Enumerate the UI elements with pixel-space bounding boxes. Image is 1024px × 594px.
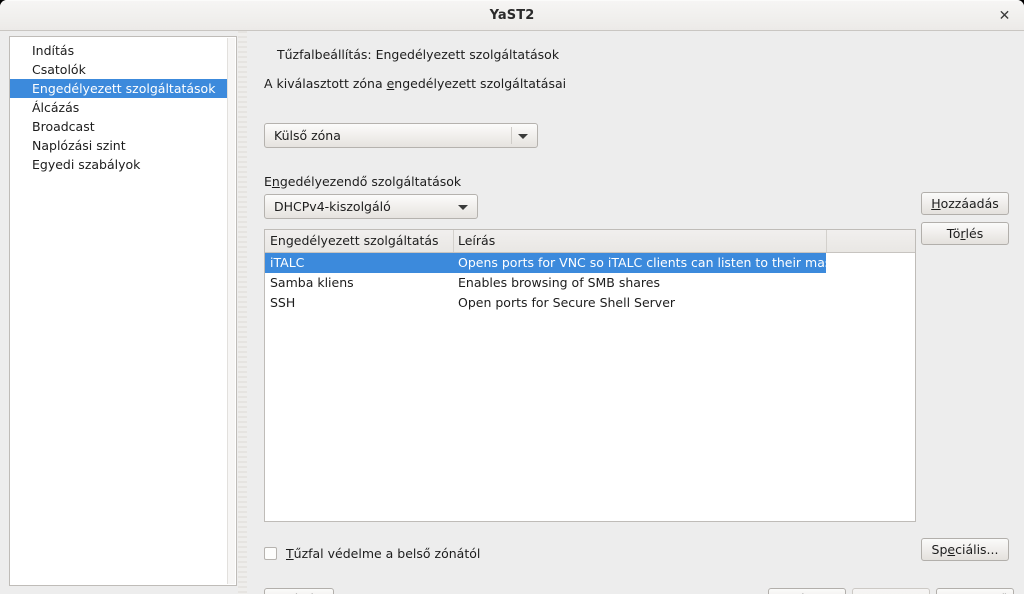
delete-button[interactable]: Törlés	[921, 222, 1009, 245]
table-row[interactable]: SSH Open ports for Secure Shell Server	[265, 293, 915, 313]
protect-firewall-checkbox[interactable]	[264, 547, 277, 560]
sidebar-scrollbar[interactable]	[227, 38, 235, 584]
add-button[interactable]: Hozzáadás	[921, 192, 1009, 215]
allowed-services-table: Engedélyezett szolgáltatás Leírás iTALC …	[264, 229, 916, 522]
service-combo-label: Engedélyezendő szolgáltatások	[264, 174, 461, 189]
sidebar-list: Indítás Csatolók Engedélyezett szolgálta…	[10, 41, 227, 174]
table-header-row: Engedélyezett szolgáltatás Leírás	[265, 230, 915, 253]
sidebar-item-egyedi-szabalyok[interactable]: Egyedi szabályok	[10, 155, 227, 174]
chevron-down-icon	[458, 205, 468, 210]
sidebar-item-alcazas[interactable]: Álcázás	[10, 98, 227, 117]
sidebar-panel: Indítás Csatolók Engedélyezett szolgálta…	[9, 36, 237, 586]
table-cell-description: Open ports for Secure Shell Server	[458, 295, 676, 310]
sidebar-item-naplozasi-szint[interactable]: Naplózási szint	[10, 136, 227, 155]
advanced-button[interactable]: Speciális...	[921, 538, 1009, 561]
column-header-description[interactable]: Leírás	[458, 233, 495, 248]
column-divider	[453, 230, 454, 252]
page-title: Tűzfalbeállítás: Engedélyezett szolgálta…	[277, 47, 560, 62]
add-button-post: ozzáadás	[940, 196, 999, 211]
column-end-divider	[826, 230, 827, 252]
zone-label-post: ngedélyezett szolgáltatásai	[394, 76, 567, 91]
table-row[interactable]: Samba kliens Enables browsing of SMB sha…	[265, 273, 915, 293]
protect-firewall-label: Tűzfal védelme a belső zónától	[286, 546, 480, 561]
table-cell-description: Enables browsing of SMB shares	[458, 275, 661, 290]
sidebar-item-csatolok[interactable]: Csatolók	[10, 60, 227, 79]
column-header-service[interactable]: Engedélyezett szolgáltatás	[270, 233, 439, 248]
service-label-pre: E	[264, 174, 272, 189]
panel-splitter[interactable]	[238, 31, 247, 594]
zone-combo-separator	[511, 127, 512, 144]
back-button: Vissza	[852, 588, 930, 594]
window-title: YaST2	[489, 8, 535, 23]
advanced-button-post: ciális...	[955, 542, 999, 557]
delete-button-post: lés	[965, 226, 984, 241]
service-label-accelerator: n	[271, 174, 280, 189]
chevron-down-icon	[518, 134, 528, 139]
close-icon[interactable]: ✕	[995, 7, 1014, 26]
title-bar: YaST2 ✕	[0, 0, 1024, 31]
window-content: Indítás Csatolók Engedélyezett szolgálta…	[0, 31, 1024, 594]
service-combo[interactable]: DHCPv4-kiszolgáló	[264, 194, 478, 219]
yast2-window: YaST2 ✕ Indítás Csatolók Engedélyezett s…	[0, 0, 1024, 594]
add-button-accelerator: H	[931, 196, 941, 211]
checkbox-label-accelerator: T	[286, 546, 294, 561]
next-button[interactable]: Következő	[936, 588, 1014, 594]
sidebar-item-inditas[interactable]: Indítás	[10, 41, 227, 60]
table-cell-description: Opens ports for VNC so iTALC clients can…	[458, 255, 850, 270]
service-label-post: gedélyezendő szolgáltatások	[279, 174, 462, 189]
cancel-button[interactable]: Mégse	[768, 588, 846, 594]
zone-label-pre: A kiválasztott zóna	[264, 76, 387, 91]
table-cell-service: Samba kliens	[270, 275, 354, 290]
checkbox-label-post: űzfal védelme a belső zónától	[293, 546, 481, 561]
main-panel: Tűzfalbeállítás: Engedélyezett szolgálta…	[247, 31, 1024, 594]
table-cell-service: SSH	[270, 295, 296, 310]
table-row[interactable]: iTALC Opens ports for VNC so iTALC clien…	[265, 253, 915, 273]
zone-combo-label: A kiválasztott zóna engedélyezett szolgá…	[264, 76, 566, 91]
zone-combo-value: Külső zóna	[274, 128, 341, 143]
advanced-button-pre: Sp	[931, 542, 948, 557]
zone-combo[interactable]: Külső zóna	[264, 123, 538, 148]
advanced-button-accelerator: e	[947, 542, 956, 557]
help-button[interactable]: Súgó	[264, 588, 334, 594]
sidebar-item-engedelyezett-szolgaltatasok[interactable]: Engedélyezett szolgáltatások	[10, 79, 227, 98]
sidebar-item-broadcast[interactable]: Broadcast	[10, 117, 227, 136]
table-cell-service: iTALC	[270, 255, 305, 270]
service-combo-value: DHCPv4-kiszolgáló	[274, 199, 391, 214]
delete-button-pre: Tö	[946, 226, 961, 241]
